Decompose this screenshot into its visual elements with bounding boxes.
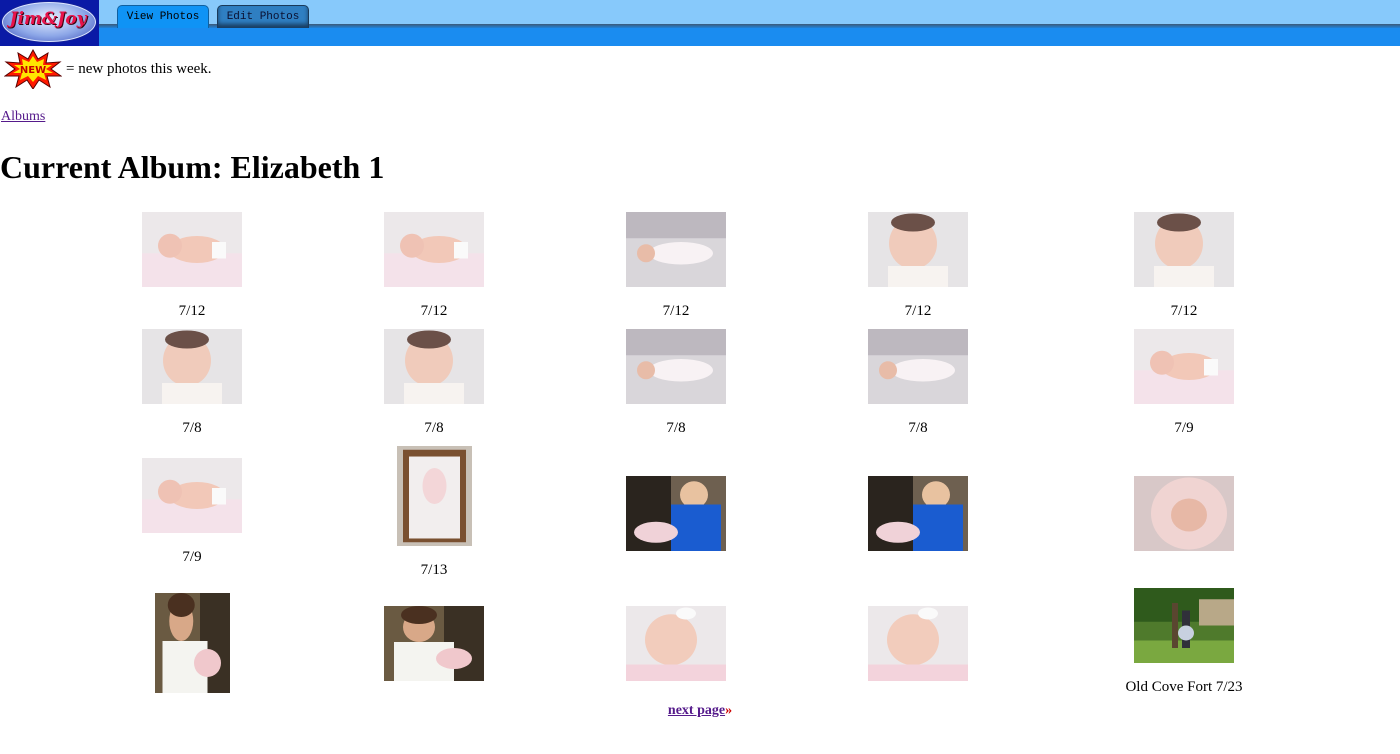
photo-thumbnail[interactable] bbox=[1134, 588, 1234, 663]
photo-caption: 7/9 bbox=[1174, 420, 1194, 436]
photo-thumbnail[interactable] bbox=[1134, 476, 1234, 551]
next-page-link[interactable]: next page bbox=[668, 703, 725, 718]
photo-thumbnail[interactable] bbox=[142, 329, 242, 404]
photo-thumbnail[interactable] bbox=[384, 606, 484, 681]
photo-thumbnail[interactable] bbox=[868, 606, 968, 681]
photo-thumbnail[interactable] bbox=[1134, 212, 1234, 287]
photo-caption: 7/12 bbox=[178, 303, 206, 319]
photo-caption: 7/13 bbox=[420, 562, 448, 578]
photo-caption: 7/8 bbox=[182, 420, 202, 436]
photo-thumbnail[interactable] bbox=[626, 212, 726, 287]
photo-thumbnail[interactable] bbox=[868, 212, 968, 287]
next-arrow-icon: » bbox=[725, 703, 733, 718]
svg-text:NEW: NEW bbox=[20, 65, 46, 76]
site-logo[interactable]: Jim&Joy bbox=[0, 0, 99, 46]
top-navigation-bar: Jim&Joy View Photos Edit Photos bbox=[0, 0, 1400, 46]
photo-caption: 7/12 bbox=[904, 303, 932, 319]
albums-link[interactable]: Albums bbox=[1, 109, 45, 125]
legend-text: = new photos this week. bbox=[66, 60, 212, 77]
photo-thumbnail[interactable] bbox=[1134, 329, 1234, 404]
photo-thumbnail[interactable] bbox=[868, 476, 968, 551]
photo-thumbnail[interactable] bbox=[626, 329, 726, 404]
photo-thumbnail[interactable] bbox=[142, 212, 242, 287]
photo-thumbnail[interactable] bbox=[396, 446, 472, 546]
photo-caption: 7/8 bbox=[908, 420, 928, 436]
tab-view-photos[interactable]: View Photos bbox=[117, 5, 209, 28]
photo-thumbnail[interactable] bbox=[384, 329, 484, 404]
new-photos-legend: NEW = new photos this week. bbox=[4, 48, 212, 90]
header-band bbox=[99, 28, 1400, 46]
photo-thumbnail[interactable] bbox=[154, 593, 230, 693]
photo-caption: Old Cove Fort 7/23 bbox=[1125, 679, 1243, 695]
photo-thumbnail[interactable] bbox=[142, 458, 242, 533]
photo-caption: 7/8 bbox=[424, 420, 444, 436]
page-title: Current Album: Elizabeth 1 bbox=[0, 149, 385, 185]
pagination: next page» bbox=[0, 703, 1400, 719]
photo-thumbnail[interactable] bbox=[384, 212, 484, 287]
photo-caption: 7/12 bbox=[662, 303, 690, 319]
photo-thumbnail[interactable] bbox=[626, 606, 726, 681]
photo-thumbnail[interactable] bbox=[626, 476, 726, 551]
photo-thumbnail[interactable] bbox=[868, 329, 968, 404]
photo-caption: 7/9 bbox=[182, 549, 202, 565]
logo-text: Jim&Joy bbox=[9, 9, 87, 29]
photo-caption: 7/8 bbox=[666, 420, 686, 436]
tab-edit-photos[interactable]: Edit Photos bbox=[217, 5, 309, 28]
new-badge-icon: NEW bbox=[4, 49, 62, 89]
photo-caption: 7/12 bbox=[1170, 303, 1198, 319]
photo-caption: 7/12 bbox=[420, 303, 448, 319]
